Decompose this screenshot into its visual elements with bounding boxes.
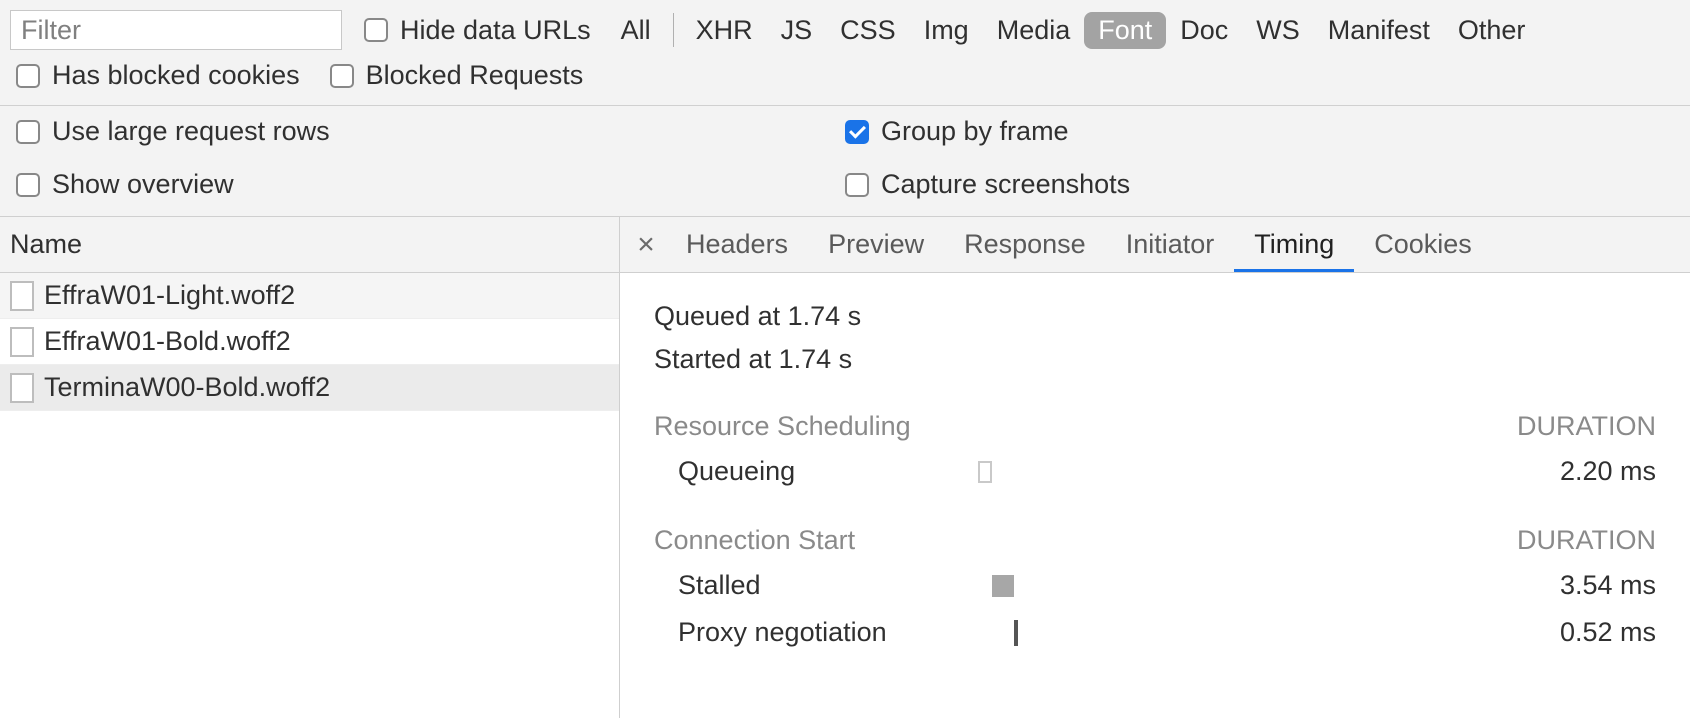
timing-row-label: Stalled: [678, 570, 978, 601]
use-large-rows-checkbox[interactable]: Use large request rows: [16, 116, 845, 147]
checkbox-icon: [16, 173, 40, 197]
options-col-left: Use large request rows Show overview: [16, 116, 845, 200]
timing-row-duration: 0.52 ms: [1526, 617, 1656, 648]
queued-at-text: Queued at 1.74 s: [654, 295, 1656, 338]
type-filter-js[interactable]: JS: [767, 12, 827, 49]
group-by-frame-checkbox[interactable]: Group by frame: [845, 116, 1674, 147]
blocked-requests-label: Blocked Requests: [366, 60, 584, 91]
timing-bar: [978, 461, 992, 483]
timing-row: Proxy negotiation 0.52 ms: [654, 609, 1656, 656]
has-blocked-cookies-checkbox[interactable]: Has blocked cookies: [16, 60, 300, 91]
toolbar-row-1: Hide data URLs All XHRJSCSSImgMediaFontDo…: [10, 6, 1680, 60]
checkbox-icon: [16, 64, 40, 88]
type-filter-other[interactable]: Other: [1444, 12, 1540, 49]
timing-duration-header: DURATION: [1517, 525, 1656, 556]
request-name: EffraW01-Bold.woff2: [44, 326, 291, 357]
detail-tabs: × HeadersPreviewResponseInitiatorTimingC…: [620, 217, 1690, 273]
options-bar: Use large request rows Show overview Gro…: [0, 106, 1690, 217]
timing-section-header: Resource Scheduling DURATION: [654, 405, 1656, 448]
file-icon: [10, 327, 34, 357]
type-filter-xhr[interactable]: XHR: [682, 12, 767, 49]
timing-bar-area: [978, 618, 1526, 648]
checkbox-icon: [845, 120, 869, 144]
filter-input[interactable]: [10, 10, 342, 50]
name-column-header[interactable]: Name: [0, 217, 619, 273]
options-col-right: Group by frame Capture screenshots: [845, 116, 1674, 200]
show-overview-checkbox[interactable]: Show overview: [16, 169, 845, 200]
request-row[interactable]: TerminaW00-Bold.woff2: [0, 365, 619, 411]
timing-section-title: Connection Start: [654, 525, 855, 556]
timing-duration-header: DURATION: [1517, 411, 1656, 442]
group-by-frame-label: Group by frame: [881, 116, 1069, 147]
timing-bar: [992, 575, 1014, 597]
started-at-text: Started at 1.74 s: [654, 338, 1656, 381]
request-row[interactable]: EffraW01-Bold.woff2: [0, 319, 619, 365]
file-icon: [10, 373, 34, 403]
timing-section-title: Resource Scheduling: [654, 411, 911, 442]
timing-row-duration: 3.54 ms: [1526, 570, 1656, 601]
file-icon: [10, 281, 34, 311]
type-filter-font[interactable]: Font: [1084, 12, 1166, 49]
checkbox-icon: [364, 18, 388, 42]
request-list-pane: Name EffraW01-Light.woff2 EffraW01-Bold.w…: [0, 217, 620, 718]
tab-initiator[interactable]: Initiator: [1106, 217, 1235, 272]
type-filter-manifest[interactable]: Manifest: [1314, 12, 1444, 49]
toolbar: Hide data URLs All XHRJSCSSImgMediaFontDo…: [0, 0, 1690, 106]
type-filter-separator: [673, 13, 674, 47]
type-filter-group: All XHRJSCSSImgMediaFontDocWSManifestOthe…: [607, 12, 1540, 49]
timing-section: Connection Start DURATION Stalled 3.54 ms Pr…: [654, 519, 1656, 656]
hide-data-urls-label: Hide data URLs: [400, 15, 591, 46]
timing-bar-area: [978, 457, 1526, 487]
request-row[interactable]: EffraW01-Light.woff2: [0, 273, 619, 319]
split-pane: Name EffraW01-Light.woff2 EffraW01-Bold.w…: [0, 217, 1690, 718]
blocked-requests-checkbox[interactable]: Blocked Requests: [330, 60, 584, 91]
hide-data-urls-checkbox[interactable]: Hide data URLs: [364, 15, 591, 46]
has-blocked-cookies-label: Has blocked cookies: [52, 60, 300, 91]
request-list: EffraW01-Light.woff2 EffraW01-Bold.woff2 T…: [0, 273, 619, 718]
timing-section-header: Connection Start DURATION: [654, 519, 1656, 562]
type-filter-doc[interactable]: Doc: [1166, 12, 1242, 49]
checkbox-icon: [16, 120, 40, 144]
type-filter-all[interactable]: All: [607, 12, 665, 49]
request-name: EffraW01-Light.woff2: [44, 280, 295, 311]
type-filter-img[interactable]: Img: [910, 12, 983, 49]
capture-screenshots-checkbox[interactable]: Capture screenshots: [845, 169, 1674, 200]
timing-row: Stalled 3.54 ms: [654, 562, 1656, 609]
detail-pane: × HeadersPreviewResponseInitiatorTimingC…: [620, 217, 1690, 718]
tab-cookies[interactable]: Cookies: [1354, 217, 1492, 272]
tab-preview[interactable]: Preview: [808, 217, 944, 272]
show-overview-label: Show overview: [52, 169, 234, 200]
tab-headers[interactable]: Headers: [666, 217, 808, 272]
timing-row: Queueing 2.20 ms: [654, 448, 1656, 495]
timing-bar-area: [978, 571, 1526, 601]
timing-row-label: Queueing: [678, 456, 978, 487]
timing-detail: Queued at 1.74 s Started at 1.74 s Resou…: [620, 273, 1690, 718]
close-icon[interactable]: ×: [626, 228, 666, 262]
checkbox-icon: [330, 64, 354, 88]
toolbar-row-2: Has blocked cookies Blocked Requests: [10, 60, 1680, 95]
checkbox-icon: [845, 173, 869, 197]
timing-bar: [1014, 620, 1018, 646]
tab-response[interactable]: Response: [944, 217, 1106, 272]
capture-screenshots-label: Capture screenshots: [881, 169, 1130, 200]
type-filter-css[interactable]: CSS: [826, 12, 910, 49]
timing-row-label: Proxy negotiation: [678, 617, 978, 648]
timing-section: Resource Scheduling DURATION Queueing 2.20 …: [654, 405, 1656, 495]
use-large-rows-label: Use large request rows: [52, 116, 330, 147]
type-filter-ws[interactable]: WS: [1242, 12, 1314, 49]
request-name: TerminaW00-Bold.woff2: [44, 372, 330, 403]
type-filter-media[interactable]: Media: [983, 12, 1085, 49]
tab-timing[interactable]: Timing: [1234, 217, 1354, 272]
timing-row-duration: 2.20 ms: [1526, 456, 1656, 487]
